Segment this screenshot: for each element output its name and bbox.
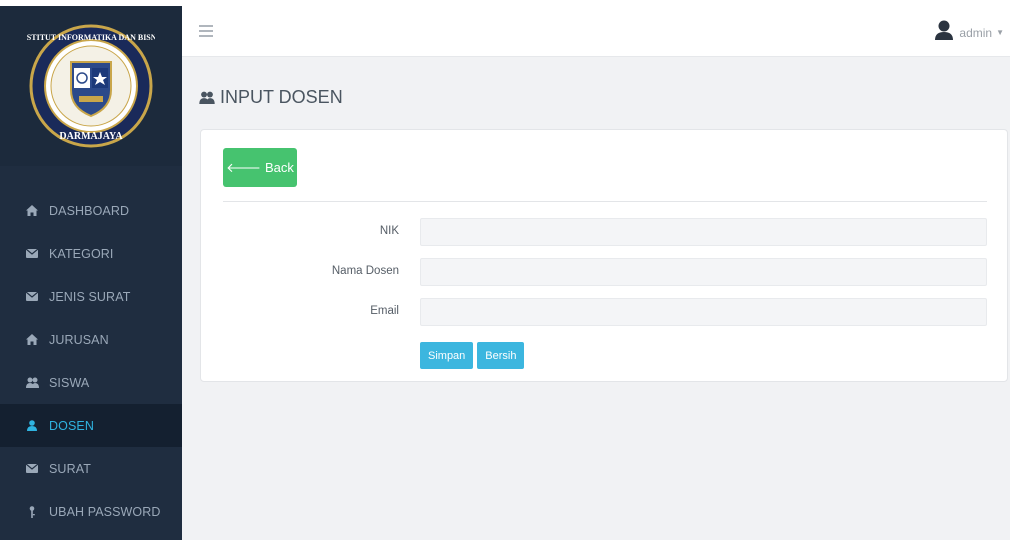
page-title: INPUT DOSEN xyxy=(199,87,343,108)
logo-ring-top-text: INSTITUT INFORMATIKA DAN BISNIS xyxy=(27,33,155,42)
email-input[interactable] xyxy=(420,298,987,326)
sidebar: INSTITUT INFORMATIKA DAN BISNIS DARMAJAY… xyxy=(0,6,182,540)
back-button[interactable]: 🡐 Back xyxy=(223,148,297,187)
hamburger-icon[interactable] xyxy=(199,25,213,37)
main-content: INPUT DOSEN 🡐 Back NIK Nama Dosen Email … xyxy=(182,57,1010,540)
sidebar-item-label: DASHBOARD xyxy=(49,203,130,218)
form-card: 🡐 Back NIK Nama Dosen Email Simpan Bersi… xyxy=(200,129,1008,382)
key-icon xyxy=(25,505,39,518)
home-icon xyxy=(25,205,39,217)
envelope-icon xyxy=(25,248,39,260)
envelope-icon xyxy=(25,291,39,303)
logo-ring-bottom-text: DARMAJAYA xyxy=(59,131,123,142)
nik-input[interactable] xyxy=(420,218,987,246)
sidebar-item-jurusan[interactable]: JURUSAN xyxy=(0,318,182,361)
form-row-nama-dosen: Nama Dosen xyxy=(201,258,1009,286)
sidebar-item-label: SISWA xyxy=(49,375,90,390)
email-label: Email xyxy=(370,305,399,317)
nama-dosen-label: Nama Dosen xyxy=(331,265,399,277)
user-menu[interactable]: admin ▼ xyxy=(935,20,1004,45)
sidebar-item-surat[interactable]: SURAT xyxy=(0,447,182,490)
users-icon xyxy=(199,91,215,104)
topbar: admin ▼ xyxy=(182,6,1010,57)
sidebar-item-label: JENIS SURAT xyxy=(49,289,131,304)
sidebar-item-label: UBAH PASSWORD xyxy=(49,504,161,519)
divider xyxy=(223,201,987,202)
form-row-email: Email xyxy=(201,298,1009,326)
sidebar-menu: DASHBOARD KATEGORI JENIS SURAT JURUSAN S… xyxy=(0,189,182,533)
logo-area: INSTITUT INFORMATIKA DAN BISNIS DARMAJAY… xyxy=(0,6,182,166)
form-actions: Simpan Bersih xyxy=(420,342,528,369)
home-icon xyxy=(25,334,39,346)
caret-down-icon: ▼ xyxy=(996,28,1004,37)
sidebar-item-jenis-surat[interactable]: JENIS SURAT xyxy=(0,275,182,318)
user-avatar-icon xyxy=(935,20,954,45)
back-button-label: Back xyxy=(264,160,294,175)
sidebar-item-dashboard[interactable]: DASHBOARD xyxy=(0,189,182,232)
sidebar-item-kategori[interactable]: KATEGORI xyxy=(0,232,182,275)
save-button[interactable]: Simpan xyxy=(420,342,474,369)
sidebar-item-siswa[interactable]: SISWA xyxy=(0,361,182,404)
sidebar-item-dosen[interactable]: DOSEN xyxy=(0,404,182,447)
sidebar-item-label: KATEGORI xyxy=(49,246,114,261)
sidebar-item-label: DOSEN xyxy=(49,418,94,433)
sidebar-item-label: SURAT xyxy=(49,461,91,476)
envelope-icon xyxy=(25,463,39,475)
clear-button[interactable]: Bersih xyxy=(477,342,525,369)
user-name: admin xyxy=(959,25,993,40)
nama-dosen-input[interactable] xyxy=(420,258,987,286)
users-icon xyxy=(25,377,39,389)
darmajaya-logo: INSTITUT INFORMATIKA DAN BISNIS DARMAJAY… xyxy=(27,24,155,148)
nik-label: NIK xyxy=(379,225,399,237)
page-title-text: INPUT DOSEN xyxy=(220,87,343,107)
form-row-nik: NIK xyxy=(201,218,1009,246)
sidebar-item-label: JURUSAN xyxy=(49,332,109,347)
arrow-left-icon: 🡐 xyxy=(226,159,261,175)
user-icon xyxy=(25,420,39,432)
sidebar-item-ubah-password[interactable]: UBAH PASSWORD xyxy=(0,490,182,533)
